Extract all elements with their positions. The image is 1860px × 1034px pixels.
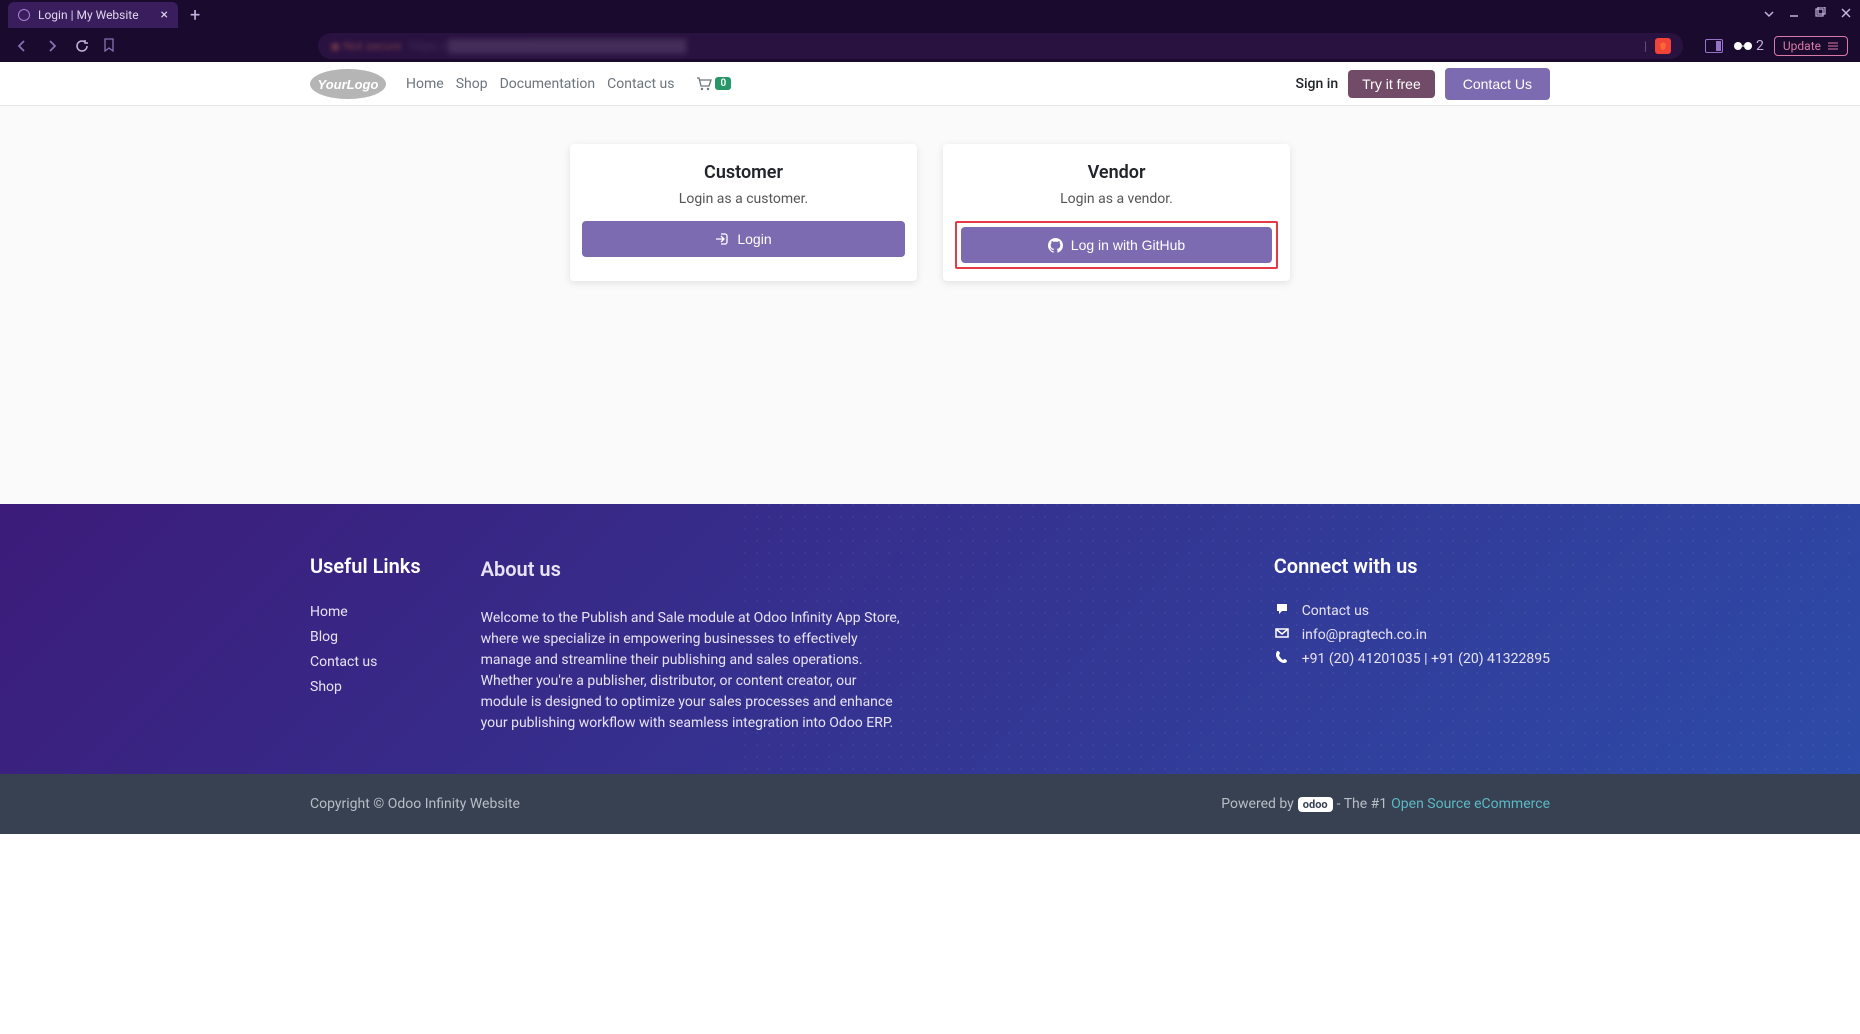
tab-title: Login | My Website <box>38 8 139 22</box>
footer-link-blog[interactable]: Blog <box>310 627 421 648</box>
odoo-badge[interactable]: odoo <box>1298 797 1333 812</box>
connect-phone: +91 (20) 41201035 | +91 (20) 41322895 <box>1302 651 1550 667</box>
update-button[interactable]: Update <box>1774 36 1848 56</box>
tab-menu-icon[interactable] <box>1764 8 1774 23</box>
bookmark-icon[interactable] <box>102 37 116 56</box>
customer-card-title: Customer <box>582 162 905 183</box>
cart-count-badge: 0 <box>715 77 731 90</box>
site-logo[interactable]: YourLogo <box>310 69 386 99</box>
ecommerce-link[interactable]: Open Source eCommerce <box>1391 796 1550 812</box>
try-free-button[interactable]: Try it free <box>1348 70 1435 98</box>
email-icon <box>1274 626 1290 644</box>
phone-icon <box>1274 650 1290 668</box>
tor-indicator[interactable]: 2 <box>1733 38 1764 54</box>
nav-documentation[interactable]: Documentation <box>500 76 596 92</box>
maximize-icon[interactable] <box>1814 7 1826 23</box>
signin-icon <box>715 232 729 246</box>
customer-login-label: Login <box>737 231 771 247</box>
footer-link-contact[interactable]: Contact us <box>310 652 421 673</box>
footer-link-shop[interactable]: Shop <box>310 677 421 698</box>
vendor-card-sub: Login as a vendor. <box>955 191 1278 207</box>
footer-link-home[interactable]: Home <box>310 602 421 623</box>
nav-home[interactable]: Home <box>406 76 444 92</box>
nav-shop[interactable]: Shop <box>456 76 488 92</box>
vendor-github-login-label: Log in with GitHub <box>1071 237 1185 253</box>
about-us-title: About us <box>481 554 901 584</box>
customer-card: Customer Login as a customer. Login <box>570 144 917 281</box>
update-label: Update <box>1783 39 1821 53</box>
customer-login-button[interactable]: Login <box>582 221 905 257</box>
vendor-card-title: Vendor <box>955 162 1278 183</box>
svg-text:YourLogo: YourLogo <box>318 77 379 92</box>
vendor-card: Vendor Login as a vendor. Log in with Gi… <box>943 144 1290 281</box>
about-us-text: Welcome to the Publish and Sale module a… <box>481 608 901 734</box>
brave-shield-icon[interactable] <box>1655 38 1671 54</box>
cart-button[interactable]: 0 <box>696 77 731 91</box>
cart-icon <box>696 77 712 91</box>
url-bar[interactable]: ◉ Not secure https://███████████████████… <box>318 33 1683 59</box>
back-button[interactable] <box>12 36 32 56</box>
connect-title: Connect with us <box>1274 554 1550 578</box>
nav-contact-us[interactable]: Contact us <box>607 76 674 92</box>
copyright-text: Copyright © Odoo Infinity Website <box>310 796 520 812</box>
customer-card-sub: Login as a customer. <box>582 191 905 207</box>
browser-tab[interactable]: Login | My Website × <box>8 2 178 28</box>
sidebar-toggle-icon[interactable] <box>1705 39 1723 53</box>
glasses-count: 2 <box>1756 38 1764 54</box>
useful-links-title: Useful Links <box>310 554 421 578</box>
powered-by-label: Powered by <box>1221 796 1294 812</box>
close-window-icon[interactable] <box>1840 7 1852 23</box>
contact-us-button[interactable]: Contact Us <box>1445 68 1550 100</box>
tab-favicon-icon <box>18 9 30 21</box>
new-tab-button[interactable]: + <box>190 5 200 26</box>
connect-email: info@pragtech.co.in <box>1302 627 1427 643</box>
connect-contact-link[interactable]: Contact us <box>1302 603 1369 619</box>
vendor-highlight-box: Log in with GitHub <box>955 221 1278 269</box>
the1-label: - The #1 <box>1337 796 1388 812</box>
github-icon <box>1048 238 1063 253</box>
chat-icon <box>1274 602 1290 620</box>
tab-close-icon[interactable]: × <box>149 7 168 23</box>
vendor-github-login-button[interactable]: Log in with GitHub <box>961 227 1272 263</box>
forward-button[interactable] <box>42 36 62 56</box>
signin-link[interactable]: Sign in <box>1296 76 1339 92</box>
reload-button[interactable] <box>72 36 92 56</box>
minimize-icon[interactable] <box>1788 7 1800 23</box>
